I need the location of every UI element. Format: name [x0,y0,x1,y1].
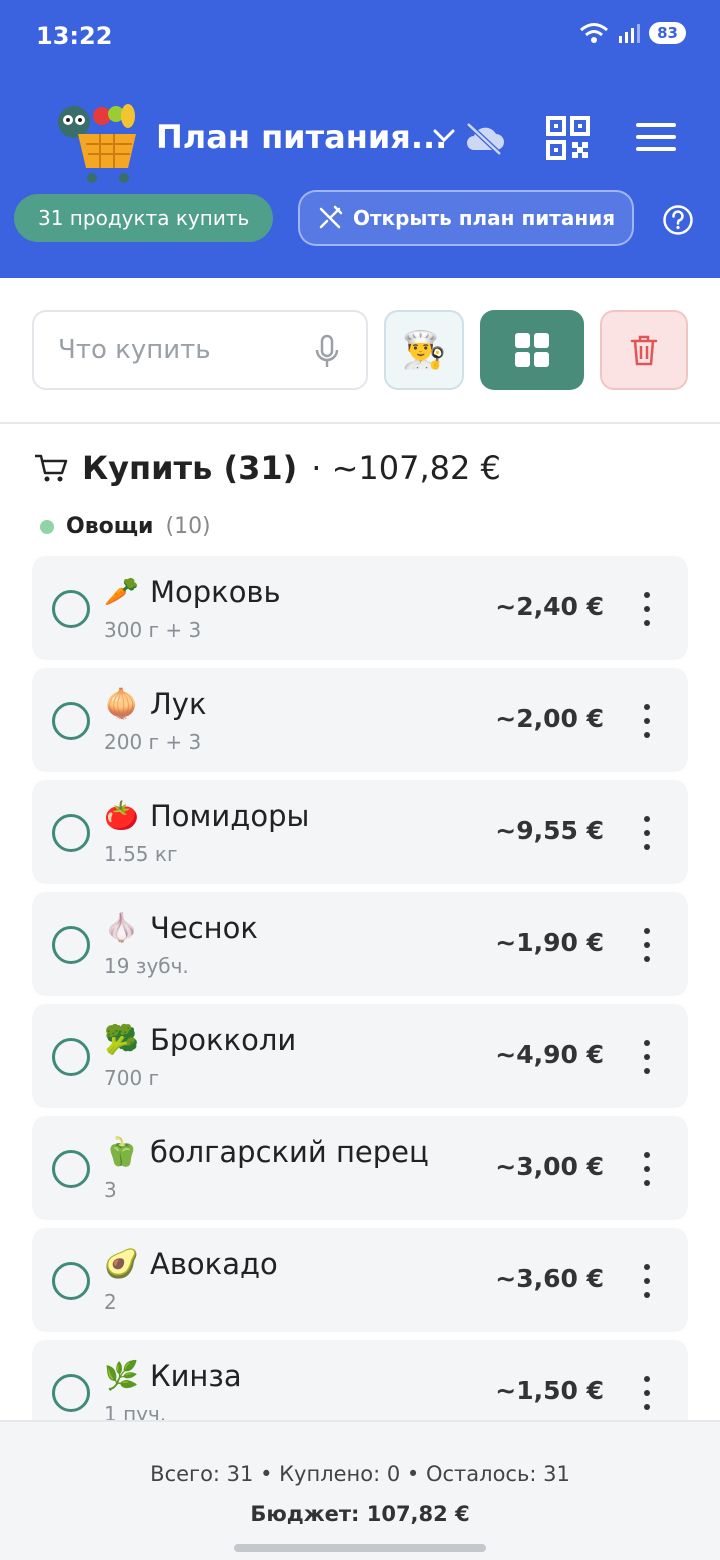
item-quantity: 19 зубч. [104,954,189,978]
item-name: Помидоры [150,799,310,833]
list-header: Купить (31) · ~107,82 € [34,446,501,490]
more-options-icon[interactable] [642,1264,652,1298]
list-item[interactable]: 🥑 Авокадо 2 ~3,60 € [32,1228,688,1332]
item-emoji-icon: 🥦 [104,1023,139,1056]
chip-row: 31 продукта купить Открыть план питания [0,190,720,246]
wifi-icon [580,23,609,43]
status-time: 13:22 [36,22,113,50]
more-options-icon[interactable] [642,1152,652,1186]
item-emoji-icon: 🫑 [104,1135,139,1168]
section-dot [40,519,54,534]
item-price: ~3,60 € [495,1264,604,1293]
more-options-icon[interactable] [642,704,652,738]
item-checkbox[interactable] [52,590,90,628]
app-logo [50,94,142,186]
item-checkbox[interactable] [52,926,90,964]
more-options-icon[interactable] [642,1040,652,1074]
grid-view-button[interactable] [480,310,584,390]
item-checkbox[interactable] [52,1374,90,1412]
app-header: 13:22 83 План питания... 31 продукта куп… [0,0,720,278]
more-options-icon[interactable] [642,816,652,850]
chef-icon: 👨‍🍳 [401,330,447,371]
list-item[interactable]: 🥦 Брокколи 700 г ~4,90 € [32,1004,688,1108]
more-options-icon[interactable] [642,592,652,626]
delete-button[interactable] [600,310,688,390]
item-emoji-icon: 🌿 [104,1359,139,1392]
more-options-icon[interactable] [642,928,652,962]
item-checkbox[interactable] [52,1262,90,1300]
item-name: болгарский перец [150,1135,429,1169]
search-row: 👨‍🍳 [0,296,720,406]
open-meal-plan-button[interactable]: Открыть план питания [298,190,634,246]
item-quantity: 1.55 кг [104,842,178,866]
list-item[interactable]: 🧄 Чеснок 19 зубч. ~1,90 € [32,892,688,996]
list-item[interactable]: 🫑 болгарский перец 3 ~3,00 € [32,1116,688,1220]
item-price: ~9,55 € [495,816,604,845]
microphone-icon[interactable] [314,334,340,370]
item-checkbox[interactable] [52,702,90,740]
item-emoji-icon: 🥑 [104,1247,139,1280]
item-quantity: 2 [104,1290,117,1314]
item-price: ~4,90 € [495,1040,604,1069]
item-price: ~2,40 € [495,592,604,621]
list-total: · ~107,82 € [311,449,501,487]
cart-icon [35,454,68,482]
help-icon[interactable] [662,204,694,236]
signal-icon [619,24,641,43]
fork-knife-icon [319,205,343,229]
search-box[interactable] [32,310,368,390]
list-title: Купить (31) [82,449,298,487]
divider [0,422,720,424]
item-price: ~1,50 € [495,1376,604,1405]
item-name: Чеснок [150,911,258,945]
battery-indicator: 83 [649,22,686,44]
item-quantity: 300 г + 3 [104,618,202,642]
item-emoji-icon: 🍅 [104,799,139,832]
search-input[interactable] [58,330,308,370]
cloud-off-icon[interactable] [462,118,506,158]
open-meal-plan-label: Открыть план питания [352,206,616,230]
footer-budget: Бюджет: 107,82 € [250,1502,470,1526]
item-name: Лук [150,687,207,721]
footer-summary: Всего: 31 • Куплено: 0 • Осталось: 31 Бю… [0,1420,720,1560]
app-bar: План питания... [0,90,720,186]
chef-button[interactable]: 👨‍🍳 [384,310,464,390]
qr-code-icon[interactable] [546,116,590,160]
item-price: ~3,00 € [495,1152,604,1181]
chevron-down-icon[interactable] [430,122,458,150]
section-count: (10) [165,514,211,539]
status-bar: 13:22 83 [0,0,720,76]
item-name: Авокадо [150,1247,278,1281]
list-item[interactable]: 🧅 Лук 200 г + 3 ~2,00 € [32,668,688,772]
item-emoji-icon: 🧄 [104,911,139,944]
item-price: ~1,90 € [495,928,604,957]
item-checkbox[interactable] [52,1150,90,1188]
footer-stats: Всего: 31 • Куплено: 0 • Осталось: 31 [150,1462,570,1486]
item-quantity: 200 г + 3 [104,730,202,754]
home-indicator[interactable] [234,1544,486,1552]
status-icons: 83 [579,22,686,44]
item-price: ~2,00 € [495,704,604,733]
item-checkbox[interactable] [52,814,90,852]
item-name: Брокколи [150,1023,297,1057]
app-title[interactable]: План питания... [156,118,447,156]
item-name: Кинза [150,1359,242,1393]
item-name: Морковь [150,575,281,609]
grid-icon [515,333,549,367]
hamburger-menu-icon[interactable] [636,120,676,154]
to-buy-chip[interactable]: 31 продукта купить [14,194,274,242]
item-emoji-icon: 🧅 [104,687,139,720]
item-checkbox[interactable] [52,1038,90,1076]
list-item[interactable]: 🍅 Помидоры 1.55 кг ~9,55 € [32,780,688,884]
list-item[interactable]: 🥕 Морковь 300 г + 3 ~2,40 € [32,556,688,660]
item-quantity: 3 [104,1178,117,1202]
item-quantity: 700 г [104,1066,160,1090]
section-name: Овощи [66,514,154,539]
section-header[interactable]: Овощи (10) [40,514,211,539]
item-list: 🥕 Морковь 300 г + 3 ~2,40 € 🧅 Лук 200 г + 3 ~2,… [32,556,688,1452]
item-emoji-icon: 🥕 [104,575,139,608]
trash-icon [630,335,658,366]
more-options-icon[interactable] [642,1376,652,1410]
